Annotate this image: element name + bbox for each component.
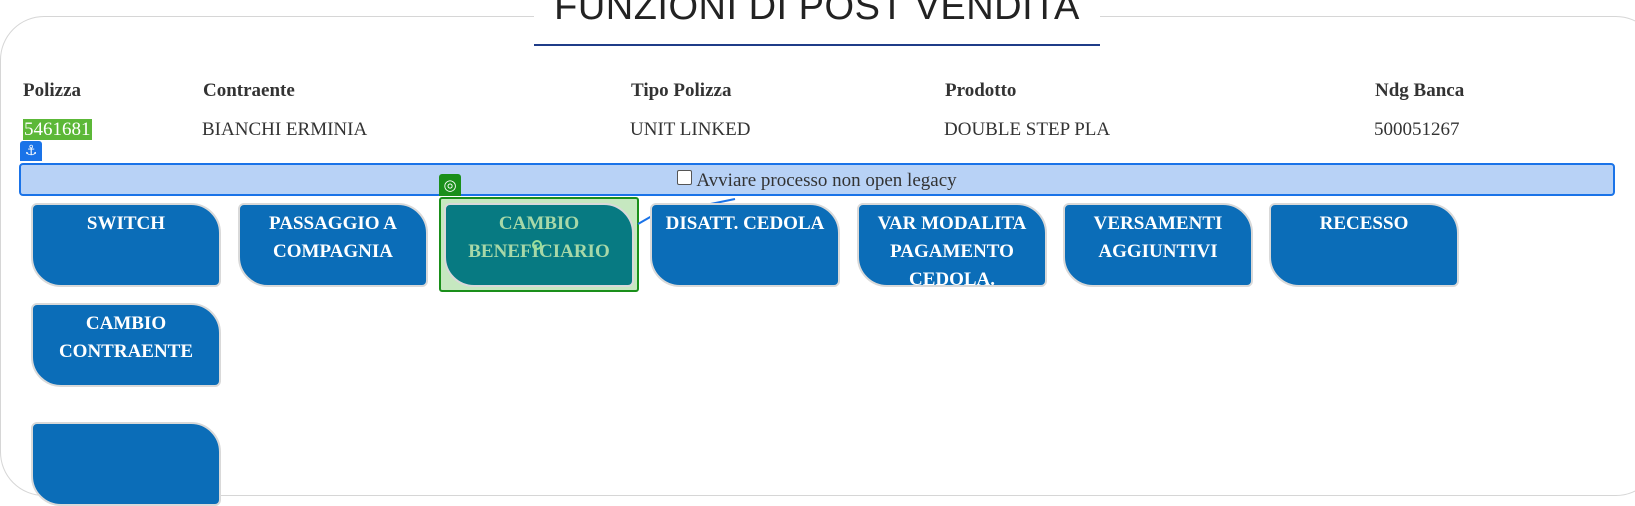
policy-number-highlight: 5461681: [23, 119, 92, 140]
header-ndg-banca: Ndg Banca: [1375, 80, 1465, 101]
target-icon: ◎: [439, 174, 461, 196]
value-polizza: 5461681: [23, 119, 92, 141]
header-polizza: Polizza: [23, 80, 82, 101]
anchor-icon: ⚓: [20, 141, 42, 161]
legacy-checkbox-row[interactable]: Avviare processo non open legacy: [21, 170, 1613, 192]
cursor-indicator: [532, 240, 542, 250]
value-prodotto: DOUBLE STEP PLA: [944, 119, 1111, 140]
legacy-process-bar[interactable]: Avviare processo non open legacy: [19, 163, 1615, 196]
header-prodotto: Prodotto: [945, 80, 1017, 101]
passaggio-compagnia-button[interactable]: PASSAGGIO A COMPAGNIA: [238, 203, 428, 287]
value-tipo-polizza: UNIT LINKED: [630, 119, 751, 140]
value-contraente: BIANCHI ERMINIA: [202, 119, 368, 140]
versamenti-aggiuntivi-button[interactable]: VERSAMENTI AGGIUNTIVI: [1063, 203, 1253, 287]
legacy-checkbox-label: Avviare processo non open legacy: [696, 170, 957, 191]
recesso-button[interactable]: RECESSO: [1269, 203, 1459, 287]
var-modalita-pagamento-cedola-button[interactable]: VAR MODALITA PAGAMENTO CEDOLA.: [857, 203, 1047, 290]
value-ndg-banca: 500051267: [1374, 119, 1460, 140]
page-title: FUNZIONI DI POST VENDITA: [554, 0, 1080, 28]
header-contraente: Contraente: [203, 80, 295, 101]
legacy-checkbox[interactable]: [677, 170, 693, 185]
disatt-cedola-button[interactable]: DISATT. CEDOLA: [650, 203, 840, 287]
header-tipo-polizza: Tipo Polizza: [631, 80, 732, 101]
cambio-contraente-button[interactable]: CAMBIO CONTRAENTE: [31, 303, 221, 387]
page-title-wrap: FUNZIONI DI POST VENDITA: [534, 0, 1100, 46]
switch-button[interactable]: SWITCH: [31, 203, 221, 287]
